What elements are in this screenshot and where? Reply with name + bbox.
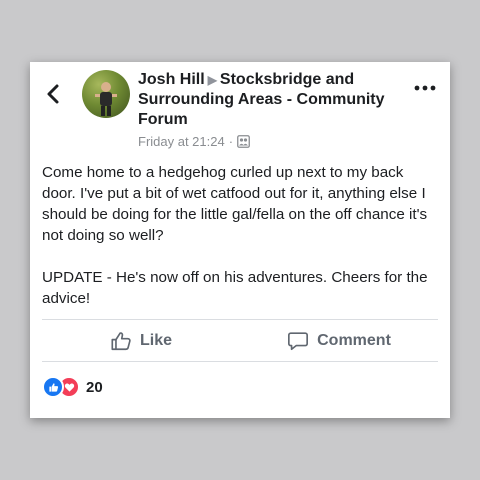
divider <box>42 319 438 320</box>
post-actions: Like Comment <box>42 324 438 358</box>
post-header: Josh Hill ▶ Stocksbridge and Surrounding A… <box>138 70 410 149</box>
back-button[interactable] <box>44 82 64 106</box>
divider <box>42 361 438 362</box>
arrow-right-icon: ▶ <box>207 73 217 87</box>
post-title: Josh Hill ▶ Stocksbridge and Surrounding A… <box>138 70 410 130</box>
comment-icon <box>288 332 309 351</box>
reaction-count: 20 <box>86 378 103 396</box>
timestamp[interactable]: Friday at 21:24 <box>138 134 225 149</box>
comment-button[interactable]: Comment <box>240 324 438 358</box>
avatar[interactable] <box>82 70 130 118</box>
comment-label: Comment <box>317 332 391 349</box>
post-paragraph: Come home to a hedgehog curled up next t… <box>42 164 428 244</box>
post-body: Come home to a hedgehog curled up next t… <box>42 162 440 330</box>
post-meta: Friday at 21:24 · <box>138 134 410 149</box>
group-members-icon <box>237 135 250 148</box>
more-dots-icon <box>414 85 436 91</box>
post-card: Josh Hill ▶ Stocksbridge and Surrounding A… <box>30 62 450 418</box>
post-paragraph: UPDATE - He's now off on his adventures.… <box>42 269 428 307</box>
chevron-left-icon <box>47 84 59 104</box>
like-label: Like <box>139 332 172 349</box>
like-button[interactable]: Like <box>42 324 240 358</box>
reactions-summary[interactable]: 20 <box>42 376 103 398</box>
like-reaction-icon <box>42 376 64 398</box>
thumbs-up-icon <box>111 332 131 351</box>
author-name[interactable]: Josh Hill <box>138 71 205 88</box>
more-options-button[interactable] <box>414 80 436 91</box>
